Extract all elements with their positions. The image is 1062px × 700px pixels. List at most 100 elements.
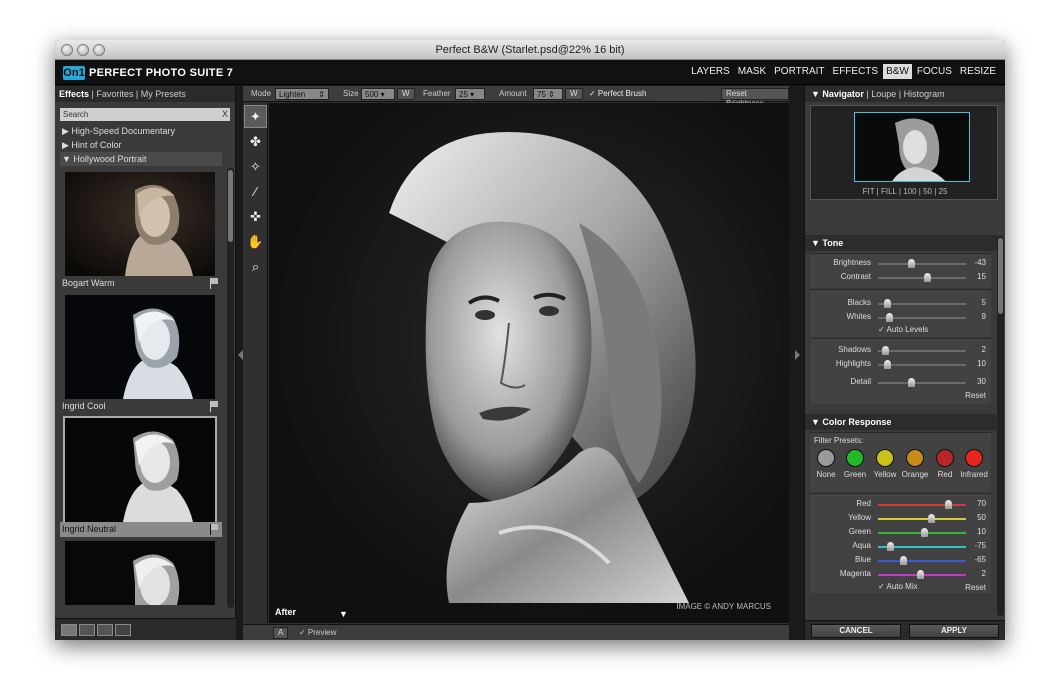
mode-select[interactable]: Lighten ⇕ — [275, 88, 329, 100]
size-w-button[interactable]: W — [397, 88, 415, 100]
slider-aqua[interactable]: Aqua -75 — [810, 540, 991, 554]
tone-header[interactable]: ▼ Tone — [805, 235, 998, 251]
module-tab-resize[interactable]: RESIZE — [957, 64, 999, 79]
amount-field[interactable]: 75 ⇕ — [533, 88, 563, 100]
module-tab-layers[interactable]: LAYERS — [688, 64, 733, 79]
amount-w-button[interactable]: W — [565, 88, 583, 100]
zoom-window-icon[interactable] — [93, 44, 105, 56]
preset-thumbnail[interactable] — [63, 416, 217, 524]
filter-orange-button[interactable] — [906, 449, 924, 467]
color-response-header[interactable]: ▼ Color Response — [805, 414, 998, 430]
preset-label: Ingrid Neutral — [60, 522, 222, 537]
tool-palette: ✦ ✤ ✧ ⁄ ✜ ✋ ⌕ — [243, 103, 268, 623]
flag-icon[interactable] — [210, 278, 218, 289]
module-tab-focus[interactable]: FOCUS — [914, 64, 955, 79]
list-view-icon[interactable] — [115, 624, 131, 636]
tab-loupe-histogram[interactable]: | Loupe | Histogram — [864, 89, 944, 99]
slider-detail[interactable]: Detail 30 — [810, 376, 991, 390]
color-sliders-group: Red 70 Yellow 50 Green 10 Aqua -75 Blue -65 M… — [810, 493, 991, 593]
filter-none-button[interactable] — [817, 449, 835, 467]
slider-highlights[interactable]: Highlights 10 — [810, 358, 991, 372]
preset-thumbnail[interactable] — [65, 295, 215, 399]
slider-blue[interactable]: Blue -65 — [810, 554, 991, 568]
auto-levels-checkbox[interactable]: ✓ Auto Levels — [878, 325, 928, 334]
filter-orange-label: Orange — [901, 470, 929, 479]
color-picker-icon[interactable]: ✜ — [244, 205, 267, 228]
minimize-window-icon[interactable] — [77, 44, 89, 56]
perfect-brush-checkbox[interactable]: ✓ Perfect Brush — [589, 89, 646, 98]
filter-infrared-button[interactable] — [965, 449, 983, 467]
preview-checkbox[interactable]: ✓ Preview — [299, 628, 336, 637]
preset-thumbnail[interactable] — [65, 172, 215, 276]
slider-whites[interactable]: Whites 9 — [810, 311, 991, 325]
size-field[interactable]: 500 ▾ — [361, 88, 395, 100]
zoom-icon[interactable]: ⌕ — [244, 255, 267, 278]
zoom-options[interactable]: FIT | FILL | 100 | 50 | 25 — [811, 187, 999, 196]
module-tab-effects[interactable]: EFFECTS — [830, 64, 882, 79]
color-reset-button[interactable]: Reset — [965, 583, 986, 592]
slider-shadows[interactable]: Shadows 2 — [810, 344, 991, 358]
preset-next[interactable] — [60, 541, 222, 605]
preset-ingrid-cool[interactable]: Ingrid Cool — [60, 295, 222, 414]
tab-navigator[interactable]: Navigator — [822, 89, 864, 99]
module-tab-bw[interactable]: B&W — [883, 64, 912, 79]
view-mode-bar — [55, 618, 236, 640]
three-column-view-icon[interactable] — [97, 624, 113, 636]
eyedropper-icon[interactable]: ⁄ — [244, 180, 267, 203]
image-canvas[interactable]: After ▼ IMAGE © ANDY MARCUS — [269, 103, 789, 623]
two-column-view-icon[interactable] — [79, 624, 95, 636]
presets-scrollbar[interactable] — [227, 168, 234, 608]
retouch-brush-icon[interactable]: ✧ — [244, 155, 267, 178]
tree-item-hollywood-portrait[interactable]: ▼ Hollywood Portrait — [60, 152, 222, 166]
module-tab-portrait[interactable]: PORTRAIT — [771, 64, 827, 79]
logo-mark: On1 — [63, 66, 85, 80]
module-tab-mask[interactable]: MASK — [735, 64, 769, 79]
slider-red[interactable]: Red 70 — [810, 498, 991, 512]
title-bar: Perfect B&W (Starlet.psd@22% 16 bit) — [55, 40, 1005, 60]
filter-presets-label: Filter Presets: — [814, 436, 864, 445]
filter-red-button[interactable] — [936, 449, 954, 467]
search-input[interactable]: Search X — [60, 108, 230, 121]
presets-scroll-thumb[interactable] — [228, 170, 233, 242]
clear-search-icon[interactable]: X — [222, 108, 228, 121]
auto-mix-checkbox[interactable]: ✓ Auto Mix — [878, 582, 918, 591]
slider-blacks[interactable]: Blacks 5 — [810, 297, 991, 311]
tab-effects[interactable]: Effects — [59, 89, 89, 99]
close-window-icon[interactable] — [61, 44, 73, 56]
brightness-brush-icon[interactable]: ✦ — [244, 105, 267, 128]
collapse-right-icon[interactable] — [795, 350, 800, 360]
tone-reset-button[interactable]: Reset — [965, 391, 986, 400]
filter-green-button[interactable] — [846, 449, 864, 467]
adjustments-scroll-thumb[interactable] — [998, 238, 1003, 314]
reset-brightness-button[interactable]: Reset Brightness — [721, 88, 789, 108]
flag-icon[interactable] — [210, 524, 218, 535]
single-view-icon[interactable] — [61, 624, 77, 636]
before-after-button[interactable]: A — [273, 627, 289, 639]
tree-item-high-speed-documentary[interactable]: ▶ High-Speed Documentary — [60, 124, 222, 138]
adjustments-scrollbar[interactable] — [997, 236, 1004, 616]
tab-favorites-presets[interactable]: | Favorites | My Presets — [89, 89, 186, 99]
filter-yellow-button[interactable] — [876, 449, 894, 467]
flag-icon[interactable] — [210, 401, 218, 412]
preset-bogart-warm[interactable]: Bogart Warm — [60, 172, 222, 291]
filter-none-label: None — [816, 470, 836, 479]
feather-field[interactable]: 25 ▾ — [455, 88, 485, 100]
tone-group-1: Brightness -43 Contrast 15 — [810, 253, 991, 288]
navigator-thumbnail[interactable] — [854, 112, 970, 182]
slider-brightness[interactable]: Brightness -43 — [810, 257, 991, 271]
slider-contrast[interactable]: Contrast 15 — [810, 271, 991, 285]
action-bar: CANCEL APPLY — [805, 620, 1005, 640]
slider-yellow[interactable]: Yellow 50 — [810, 512, 991, 526]
cancel-button[interactable]: CANCEL — [811, 624, 901, 638]
navigator-box: FIT | FILL | 100 | 50 | 25 — [810, 105, 998, 200]
slider-green[interactable]: Green 10 — [810, 526, 991, 540]
slider-magenta[interactable]: Magenta 2 — [810, 568, 991, 582]
apply-button[interactable]: APPLY — [909, 624, 999, 638]
preset-ingrid-neutral[interactable]: Ingrid Neutral — [60, 416, 222, 537]
hand-icon[interactable]: ✋ — [244, 230, 267, 253]
preset-thumbnail[interactable] — [65, 541, 215, 605]
preview-area: Mode Lighten ⇕ Size 500 ▾ W Feather 25 ▾ … — [243, 86, 789, 640]
brush-icon[interactable]: ✤ — [244, 130, 267, 153]
split-handle-icon[interactable]: ▼ — [339, 609, 348, 619]
tree-item-hint-of-color[interactable]: ▶ Hint of Color — [60, 138, 222, 152]
